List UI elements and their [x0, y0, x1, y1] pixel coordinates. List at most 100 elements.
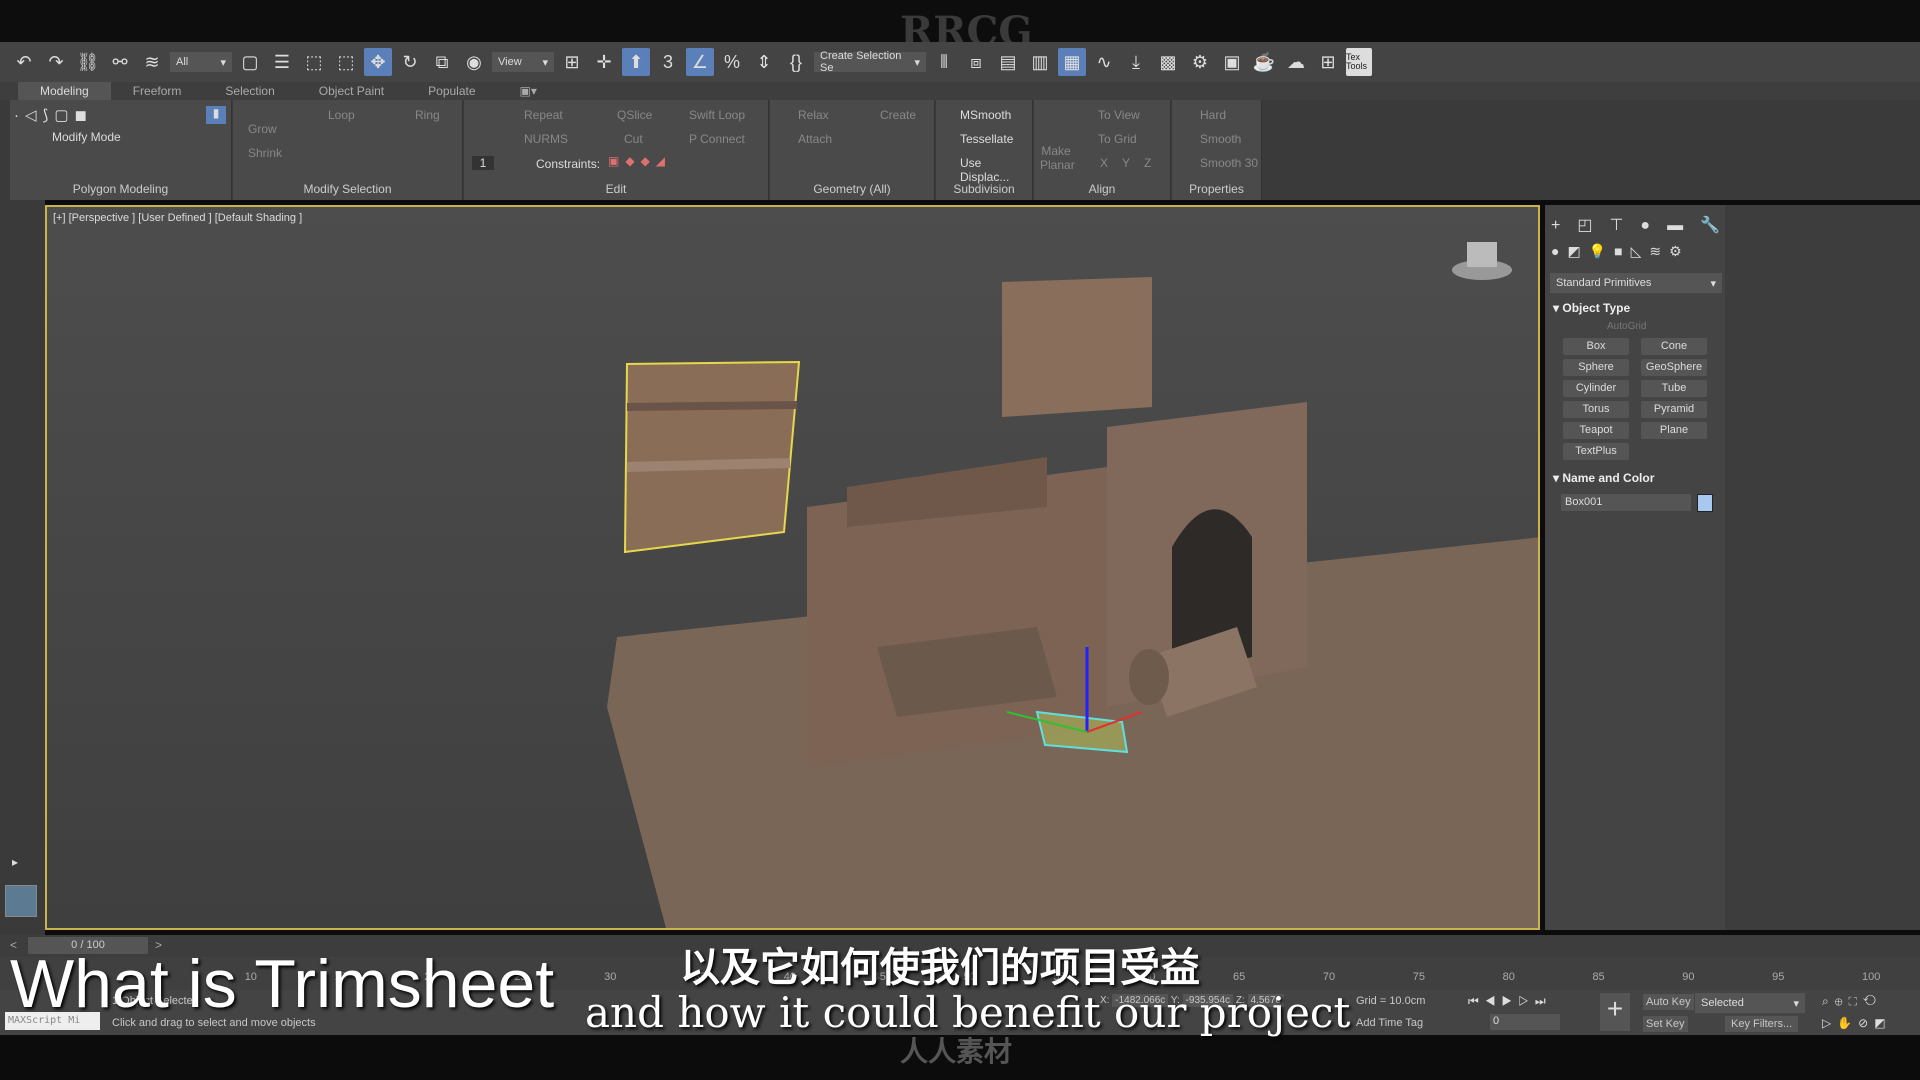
angle-snap-icon[interactable]: ∠ [686, 48, 714, 76]
align-z-button[interactable]: Z [1144, 156, 1151, 170]
to-view-button[interactable]: To View [1098, 108, 1140, 122]
preserve-uvs-icon[interactable]: ▮ [206, 106, 226, 124]
curve-editor-icon[interactable]: ∿ [1090, 48, 1118, 76]
rendered-frame-icon[interactable]: ▣ [1218, 48, 1246, 76]
current-frame-field[interactable]: 0 [1490, 1014, 1560, 1030]
bind-space-warp-icon[interactable]: ≋ [138, 48, 166, 76]
repeat-button[interactable]: Repeat [524, 108, 563, 122]
geometry-label[interactable]: Geometry (All) [770, 182, 934, 196]
grow-button[interactable]: Grow [248, 122, 277, 136]
viewport-nav-icons[interactable]: ⌕⊕⛶⟲ [1822, 994, 1882, 1009]
snap-toggle-icon[interactable]: 3 [654, 48, 682, 76]
reference-coord-dropdown[interactable]: View ▾ [492, 52, 554, 72]
command-panel-tabs[interactable]: +◰⊤●▬🔧 [1551, 215, 1737, 235]
geosphere-button[interactable]: GeoSphere [1641, 359, 1707, 376]
key-filters-button[interactable]: Key Filters... [1725, 1016, 1799, 1032]
viewport-nav-icons-2[interactable]: ▷✋⊘◩ [1822, 1016, 1892, 1030]
select-manipulate-icon[interactable]: ✛ [590, 48, 618, 76]
scale-icon[interactable]: ⧉ [428, 48, 456, 76]
object-type-rollout[interactable]: ▾ Object Type [1553, 301, 1630, 315]
selection-set-dropdown[interactable]: Create Selection Se ▾ [814, 50, 926, 74]
create-category-icons[interactable]: ●◩💡■◺≋⚙ [1551, 243, 1690, 260]
add-time-tag[interactable]: Add Time Tag [1356, 1017, 1423, 1029]
auto-key-button[interactable]: Auto Key [1643, 994, 1694, 1010]
redo-icon[interactable]: ↷ [42, 48, 70, 76]
tessellate-button[interactable]: Tessellate [960, 132, 1013, 146]
primitives-dropdown[interactable]: Standard Primitives ▾ [1550, 273, 1722, 293]
schematic-view-icon[interactable]: ⤓ [1122, 48, 1150, 76]
subobject-icons[interactable]: ·◁⟆▢◼ [14, 106, 93, 124]
textools-button[interactable]: Tex Tools [1346, 48, 1372, 76]
render-cloud-icon[interactable]: ☁ [1282, 48, 1310, 76]
viewport-layout-icon[interactable]: ⊞ [1314, 48, 1342, 76]
create-button[interactable]: Create [880, 108, 916, 122]
mirror-icon[interactable]: ⫴ [930, 48, 958, 76]
select-by-name-icon[interactable]: ☰ [268, 48, 296, 76]
set-key-plus-icon[interactable]: + [1600, 993, 1630, 1031]
relax-button[interactable]: Relax [798, 108, 829, 122]
name-color-rollout[interactable]: ▾ Name and Color [1553, 471, 1654, 485]
cylinder-button[interactable]: Cylinder [1563, 380, 1629, 397]
shrink-button[interactable]: Shrink [248, 146, 282, 160]
material-editor-icon[interactable]: ▩ [1154, 48, 1182, 76]
make-planar-button[interactable]: Make Planar [1040, 144, 1075, 172]
move-icon[interactable]: ✥ [364, 48, 392, 76]
pyramid-button[interactable]: Pyramid [1641, 401, 1707, 418]
render-icon[interactable]: ☕ [1250, 48, 1278, 76]
perspective-viewport[interactable]: [+] [Perspective ] [User Defined ] [Defa… [45, 205, 1540, 930]
ribbon-options-icon[interactable]: ▣▾ [498, 82, 559, 100]
sphere-button[interactable]: Sphere [1563, 359, 1629, 376]
keyboard-shortcut-icon[interactable]: ⬆ [622, 48, 650, 76]
p-connect-button[interactable]: P Connect [689, 132, 745, 146]
spinner-snap-icon[interactable]: ⇕ [750, 48, 778, 76]
link-icon[interactable]: ⛓ [74, 48, 102, 76]
edit-named-sets-icon[interactable]: {} [782, 48, 810, 76]
textplus-button[interactable]: TextPlus [1563, 443, 1629, 460]
undo-icon[interactable]: ↶ [10, 48, 38, 76]
align-x-button[interactable]: X [1100, 156, 1108, 170]
attach-button[interactable]: Attach [798, 132, 832, 146]
ribbon-toggle-icon[interactable]: ▦ [1058, 48, 1086, 76]
viewport-layout-tab[interactable] [5, 885, 37, 917]
set-key-button[interactable]: Set Key [1643, 1016, 1688, 1032]
scene-explorer-icon[interactable]: ▤ [994, 48, 1022, 76]
teapot-button[interactable]: Teapot [1563, 422, 1629, 439]
pivot-icon[interactable]: ⊞ [558, 48, 586, 76]
rect-selection-icon[interactable]: ⬚ [300, 48, 328, 76]
selection-filter-dropdown[interactable]: All ▾ [170, 52, 232, 72]
smooth-button[interactable]: Smooth [1200, 132, 1241, 146]
use-displacement-button[interactable]: Use Displac... [960, 156, 1032, 184]
place-icon[interactable]: ◉ [460, 48, 488, 76]
rotate-icon[interactable]: ↻ [396, 48, 424, 76]
align-y-button[interactable]: Y [1122, 156, 1130, 170]
smooth30-button[interactable]: Smooth 30 [1200, 156, 1258, 170]
tube-button[interactable]: Tube [1641, 380, 1707, 397]
render-setup-icon[interactable]: ⚙ [1186, 48, 1214, 76]
key-mode-dropdown[interactable]: Selected ▾ [1695, 993, 1805, 1013]
edit-spinner[interactable]: 1 [472, 156, 494, 170]
unlink-icon[interactable]: ⚯ [106, 48, 134, 76]
object-color-swatch[interactable] [1697, 494, 1713, 512]
playback-controls[interactable]: ⏮◀▶▷⏭ [1468, 994, 1552, 1009]
tab-populate[interactable]: Populate [406, 82, 497, 100]
percent-snap-icon[interactable]: % [718, 48, 746, 76]
properties-label[interactable]: Properties [1172, 182, 1261, 196]
expand-arrow-icon[interactable]: ▸ [12, 855, 18, 869]
tab-object-paint[interactable]: Object Paint [297, 82, 406, 100]
object-name-field[interactable]: Box001 [1561, 494, 1691, 511]
torus-button[interactable]: Torus [1563, 401, 1629, 418]
swift-loop-button[interactable]: Swift Loop [689, 108, 745, 122]
cone-button[interactable]: Cone [1641, 338, 1707, 355]
hard-button[interactable]: Hard [1200, 108, 1226, 122]
autogrid-checkbox[interactable]: AutoGrid [1607, 321, 1646, 332]
layer-explorer-icon[interactable]: ▥ [1026, 48, 1054, 76]
tab-modeling[interactable]: Modeling [18, 82, 111, 100]
tab-selection[interactable]: Selection [203, 82, 296, 100]
box-button[interactable]: Box [1563, 338, 1629, 355]
tab-freeform[interactable]: Freeform [111, 82, 204, 100]
to-grid-button[interactable]: To Grid [1098, 132, 1137, 146]
cut-button[interactable]: Cut [624, 132, 643, 146]
window-crossing-icon[interactable]: ⬚ [332, 48, 360, 76]
constraint-icons[interactable]: ▣◆◆◢ [608, 154, 671, 168]
plane-button[interactable]: Plane [1641, 422, 1707, 439]
